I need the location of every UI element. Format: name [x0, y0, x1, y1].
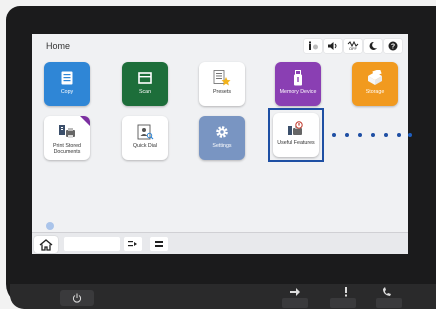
next-page-indicator-ext [408, 133, 412, 137]
scan-icon [138, 70, 152, 86]
moon-icon[interactable] [364, 39, 382, 53]
fax-indicator [376, 298, 402, 308]
home-button[interactable] [34, 236, 58, 253]
dot [408, 133, 412, 137]
transmission-icon [155, 241, 163, 247]
scan-tile[interactable]: Scan [122, 62, 168, 106]
scroll-indicator [46, 222, 54, 230]
next-page-indicator [332, 133, 408, 137]
copy-icon [61, 70, 73, 86]
presets-tile[interactable]: Presets [199, 62, 245, 106]
print-stored-label-line2: Documents [53, 149, 81, 155]
memory-device-label: Memory Device [279, 89, 317, 95]
info-icon[interactable] [304, 39, 322, 53]
copy-label: Copy [60, 89, 74, 95]
volume-icon[interactable] [324, 39, 342, 53]
settings-label: Settings [212, 143, 232, 149]
wireless-off-icon[interactable]: OFF [344, 39, 362, 53]
presets-icon [213, 70, 231, 86]
page-title: Home [46, 41, 71, 51]
gear-icon [214, 124, 230, 140]
job-status-button[interactable] [124, 237, 142, 251]
dot [358, 133, 362, 137]
storage-tile[interactable]: Storage [352, 62, 398, 106]
copy-tile[interactable]: Copy [44, 62, 90, 106]
wireless-off-label: OFF [349, 46, 357, 51]
useful-features-highlight [268, 108, 324, 162]
dot [345, 133, 349, 137]
help-icon[interactable]: ? [384, 39, 402, 53]
presets-label: Presets [213, 89, 231, 95]
corner-flag [80, 116, 90, 126]
storage-box-icon [366, 70, 384, 86]
storage-label: Storage [365, 89, 385, 95]
transmission-button[interactable] [150, 237, 168, 251]
data-indicator-button [282, 298, 308, 308]
job-status-icon [128, 241, 137, 247]
quick-dial-icon [136, 124, 154, 140]
dot [384, 133, 388, 137]
quick-dial-label: Quick Dial [132, 143, 158, 149]
home-icon [39, 238, 53, 251]
status-bar: OFF ? [304, 39, 402, 53]
usb-icon [293, 70, 303, 86]
quick-dial-tile[interactable]: Quick Dial [122, 116, 168, 160]
bottom-bar [32, 232, 408, 254]
memory-device-tile[interactable]: Memory Device [275, 62, 321, 106]
message-area [64, 237, 120, 251]
alert-indicator [330, 298, 356, 308]
print-stored-documents-label: Print Stored Documents [51, 143, 83, 155]
touch-screen: Home OFF ? Copy Scan Presets Memory Devi… [32, 34, 408, 254]
settings-tile[interactable]: Settings [199, 116, 245, 160]
power-button[interactable] [60, 290, 94, 306]
print-stored-icon [58, 124, 76, 140]
dot [332, 133, 336, 137]
svg-text:?: ? [391, 44, 395, 51]
power-icon [72, 293, 82, 303]
dot [371, 133, 375, 137]
dot [397, 133, 401, 137]
scan-label: Scan [138, 89, 152, 95]
print-stored-documents-tile[interactable]: Print Stored Documents [44, 116, 90, 160]
